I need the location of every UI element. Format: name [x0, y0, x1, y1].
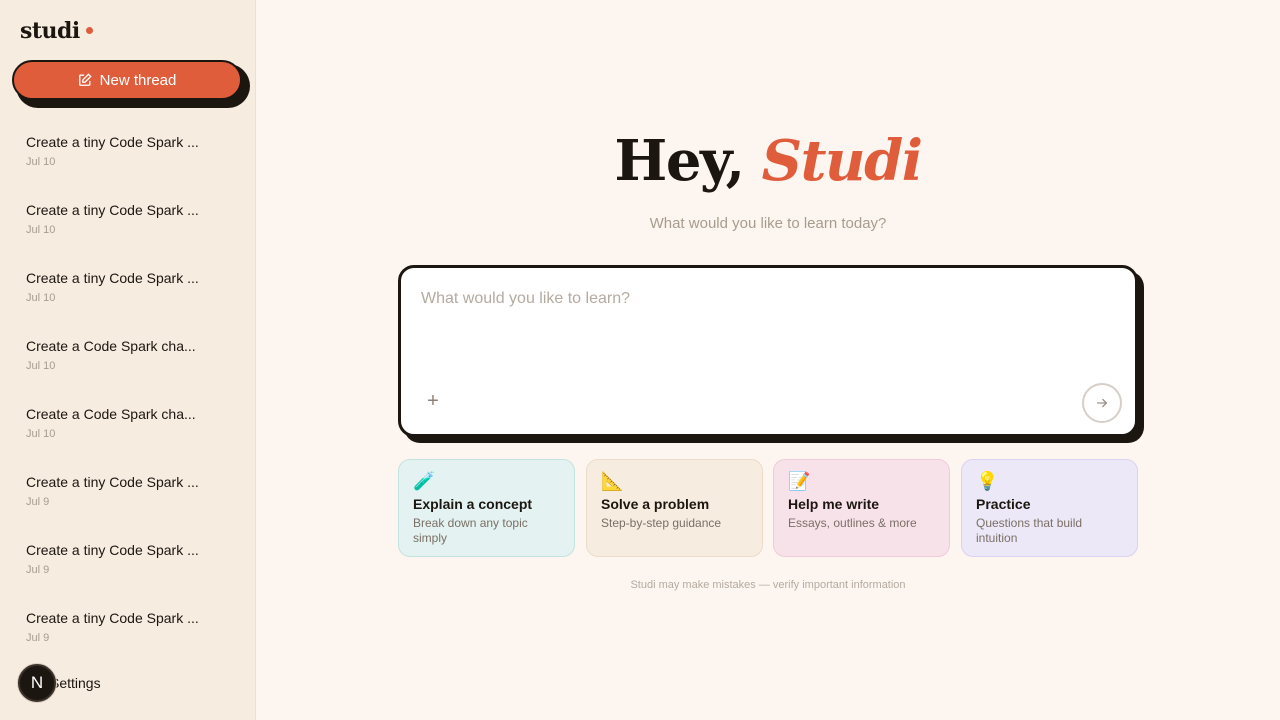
- new-thread-label: New thread: [99, 71, 177, 89]
- thread-item[interactable]: Create a tiny Code Spark ... Jul 10: [0, 260, 256, 328]
- card-help-write[interactable]: 📝 Help me write Essays, outlines & more: [773, 459, 950, 557]
- card-description: Essays, outlines & more: [788, 516, 917, 530]
- card-description: Break down any topic simply: [413, 516, 528, 545]
- card-title: Practice: [976, 496, 1031, 512]
- card-description: Step-by-step guidance: [601, 516, 722, 530]
- thread-item[interactable]: Create a tiny Code Spark ... Jul 9: [0, 464, 256, 532]
- card-title: Solve a problem: [601, 496, 710, 512]
- card-explain-concept[interactable]: 🧪 Explain a concept Break down any topic…: [398, 459, 575, 557]
- thread-item[interactable]: Create a Code Spark cha... Jul 10: [0, 328, 256, 396]
- thread-title: Create a tiny Code Spark ...: [26, 474, 199, 490]
- greeting-subtitle: What would you like to learn today?: [649, 215, 887, 232]
- thread-date: Jul 10: [26, 224, 56, 236]
- thread-date: Jul 10: [26, 292, 56, 304]
- thread-date: Jul 10: [26, 156, 56, 168]
- card-practice[interactable]: 💡 Practice Questions that build intuitio…: [961, 459, 1138, 557]
- logo-dot: [85, 26, 93, 34]
- thread-date: Jul 9: [26, 564, 50, 576]
- prompt-input[interactable]: [421, 290, 1111, 370]
- card-description: Questions that build intuition: [976, 516, 1083, 545]
- thread-item[interactable]: Create a tiny Code Spark ... Jul 10: [0, 192, 256, 260]
- thread-title: Create a tiny Code Spark ...: [26, 134, 199, 150]
- memo-icon: 📝: [788, 471, 811, 492]
- app-logo[interactable]: studi: [20, 18, 93, 44]
- suggestion-cards: 🧪 Explain a concept Break down any topic…: [398, 459, 1138, 557]
- greeting-prefix: Hey,: [614, 128, 745, 194]
- thread-date: Jul 10: [26, 428, 56, 440]
- plus-icon[interactable]: +: [423, 391, 443, 411]
- card-title: Help me write: [788, 496, 880, 512]
- thread-title: Create a tiny Code Spark ...: [26, 610, 199, 626]
- thread-title: Create a tiny Code Spark ...: [26, 202, 199, 218]
- new-thread-wrapper: New thread: [12, 60, 250, 108]
- thread-item[interactable]: Create a Code Spark cha... Jul 10: [0, 396, 256, 464]
- thread-title: Create a tiny Code Spark ...: [26, 542, 199, 558]
- new-thread-button[interactable]: New thread: [12, 60, 242, 100]
- thread-date: Jul 9: [26, 632, 50, 644]
- card-title: Explain a concept: [413, 496, 533, 512]
- disclaimer-text: Studi may make mistakes — verify importa…: [630, 579, 906, 591]
- greeting-name: Studi: [761, 128, 923, 194]
- thread-item[interactable]: Create a tiny Code Spark ... Jul 10: [0, 124, 256, 192]
- avatar-letter: N: [30, 673, 44, 692]
- sidebar: studi New thread Create a tiny Code Spar…: [0, 0, 256, 720]
- arrow-right-icon: [1096, 398, 1108, 408]
- avatar[interactable]: N: [18, 664, 56, 702]
- greeting-heading: Hey, Studi: [256, 128, 1280, 194]
- thread-date: Jul 9: [26, 496, 50, 508]
- thread-list: Create a tiny Code Spark ... Jul 10 Crea…: [0, 124, 256, 668]
- thread-item[interactable]: Create a tiny Code Spark ... Jul 9: [0, 600, 256, 668]
- composer-box: +: [398, 265, 1138, 437]
- thread-date: Jul 10: [26, 360, 56, 372]
- lightbulb-icon: 💡: [976, 471, 999, 492]
- logo-text: studi: [20, 18, 80, 44]
- send-button[interactable]: [1082, 383, 1122, 423]
- thread-title: Create a Code Spark cha...: [26, 406, 196, 422]
- main-content: Hey, Studi What would you like to learn …: [256, 0, 1280, 720]
- triangle-ruler-icon: 📐: [601, 471, 624, 492]
- test-tube-icon: 🧪: [413, 471, 436, 492]
- edit-icon: [78, 73, 92, 86]
- settings-label: Settings: [50, 675, 101, 691]
- card-solve-problem[interactable]: 📐 Solve a problem Step-by-step guidance: [586, 459, 763, 557]
- thread-title: Create a Code Spark cha...: [26, 338, 196, 354]
- thread-title: Create a tiny Code Spark ...: [26, 270, 199, 286]
- settings-link[interactable]: N Settings: [18, 664, 101, 702]
- composer: +: [398, 265, 1144, 443]
- thread-item[interactable]: Create a tiny Code Spark ... Jul 9: [0, 532, 256, 600]
